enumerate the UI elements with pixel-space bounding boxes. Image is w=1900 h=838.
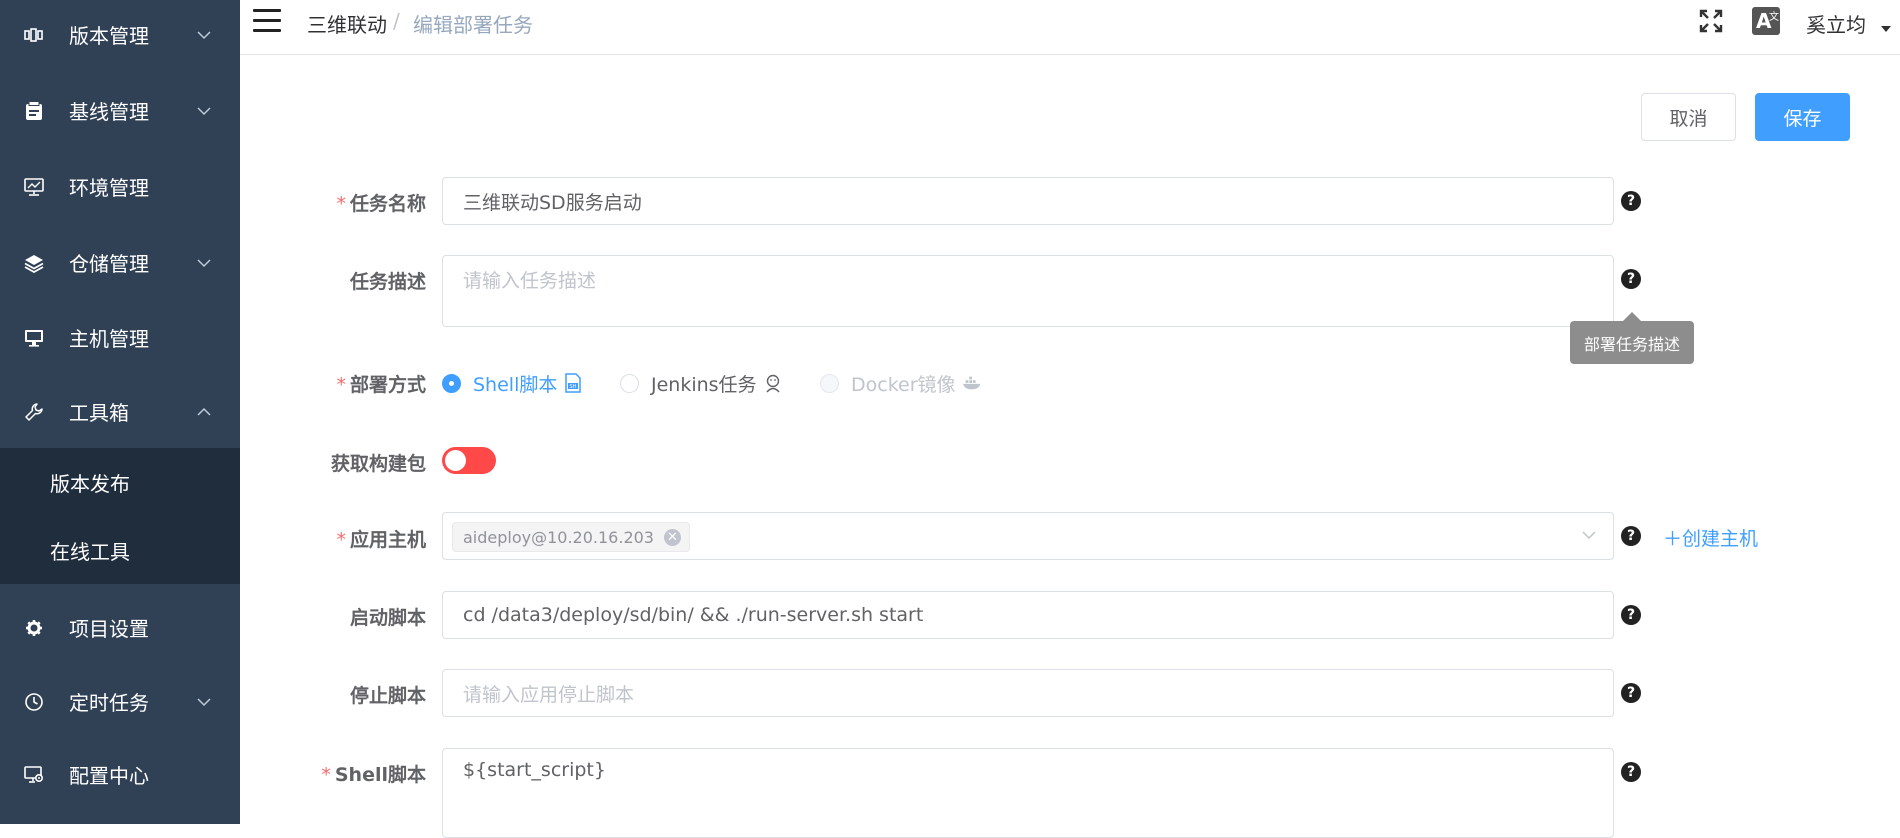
- clock-icon: [24, 692, 44, 712]
- user-name[interactable]: 奚立均: [1806, 9, 1866, 38]
- radio-label: Shell脚本: [473, 373, 558, 396]
- toolbox-submenu: 版本发布 在线工具: [0, 448, 240, 584]
- translate-icon[interactable]: A 文: [1752, 7, 1780, 35]
- shell-icon: SH: [563, 373, 583, 393]
- radio-dot: [820, 373, 839, 393]
- deploy-mode-label: * 部署方式: [336, 374, 426, 396]
- help-icon[interactable]: ?: [1621, 269, 1641, 289]
- close-icon[interactable]: ✕: [663, 528, 681, 546]
- submenu-item-online-tools[interactable]: 在线工具: [0, 516, 240, 584]
- sidebar-item-version[interactable]: 版本管理: [0, 0, 240, 72]
- breadcrumb-project[interactable]: 三维联动: [307, 9, 387, 38]
- stop-script-input[interactable]: 请输入应用停止脚本: [442, 669, 1614, 717]
- chevron-down-icon[interactable]: [1581, 530, 1597, 540]
- task-desc-textarea[interactable]: 请输入任务描述: [442, 255, 1614, 327]
- help-icon[interactable]: ?: [1621, 605, 1641, 625]
- fetch-package-label: 获取构建包: [330, 453, 426, 475]
- chevron-down-icon: [197, 697, 211, 706]
- shell-script-label: * Shell脚本: [321, 764, 426, 786]
- sidebar-item-project-settings[interactable]: 项目设置: [0, 590, 240, 665]
- task-name-label: * 任务名称: [336, 193, 426, 215]
- sidebar-item-label: 定时任务: [69, 691, 149, 715]
- fullscreen-icon[interactable]: [1698, 8, 1724, 34]
- config-icon: [24, 765, 44, 785]
- chevron-down-icon: [197, 258, 211, 267]
- sidebar: 版本管理 基线管理 环境管理 仓储管理 主机管理 工具箱 版本发布 在线工具 项…: [0, 0, 240, 824]
- start-script-input[interactable]: cd /data3/deploy/sd/bin/ && ./run-server…: [442, 591, 1614, 639]
- radio-docker[interactable]: Docker镜像: [820, 372, 982, 396]
- sidebar-item-environment[interactable]: 环境管理: [0, 149, 240, 224]
- breadcrumb-separator: /: [393, 9, 400, 33]
- start-script-label: 启动脚本: [349, 607, 426, 629]
- docker-icon: [962, 373, 982, 393]
- sidebar-item-label: 主机管理: [69, 327, 149, 351]
- create-host-link[interactable]: ＋创建主机: [1663, 524, 1758, 551]
- host-tag: aideploy@10.20.16.203 ✕: [452, 522, 690, 552]
- shell-script-textarea[interactable]: ${start_script}: [442, 748, 1614, 838]
- sidebar-item-config-center[interactable]: 配置中心: [0, 737, 240, 812]
- sidebar-item-label: 版本管理: [69, 24, 149, 48]
- desktop-icon: [24, 328, 44, 348]
- chevron-down-icon: [197, 30, 211, 39]
- sidebar-item-storage[interactable]: 仓储管理: [0, 225, 240, 300]
- chevron-down-icon: [197, 106, 211, 115]
- sidebar-item-toolbox[interactable]: 工具箱: [0, 374, 240, 449]
- sidebar-item-label: 基线管理: [69, 100, 149, 124]
- layers-icon: [24, 253, 44, 273]
- caret-down-icon[interactable]: [1881, 26, 1891, 32]
- svg-text:SH: SH: [570, 384, 577, 390]
- jenkins-icon: [763, 373, 783, 393]
- fetch-package-switch[interactable]: [442, 447, 496, 474]
- sidebar-item-scheduled-tasks[interactable]: 定时任务: [0, 664, 240, 739]
- submenu-item-release[interactable]: 版本发布: [0, 448, 240, 516]
- baseline-icon: [24, 100, 44, 121]
- radio-label: Jenkins任务: [651, 373, 757, 396]
- stop-script-label: 停止脚本: [349, 685, 426, 707]
- sidebar-item-label: 项目设置: [69, 617, 149, 641]
- host-label: * 应用主机: [336, 529, 426, 551]
- monitor-chart-icon: [24, 177, 44, 197]
- task-desc-label: 任务描述: [349, 271, 426, 293]
- radio-shell[interactable]: Shell脚本 SH: [442, 372, 583, 396]
- radio-dot: [620, 373, 639, 393]
- tooltip-arrow: [1623, 312, 1641, 321]
- sidebar-item-label: 工具箱: [69, 401, 129, 425]
- sidebar-item-label: 环境管理: [69, 176, 149, 200]
- sidebar-item-host[interactable]: 主机管理: [0, 300, 240, 375]
- radio-jenkins[interactable]: Jenkins任务: [620, 372, 783, 396]
- sidebar-item-label: 仓储管理: [69, 252, 149, 276]
- cancel-button[interactable]: 取消: [1641, 93, 1736, 141]
- radio-label: Docker镜像: [851, 373, 956, 396]
- wrench-icon: [24, 402, 44, 422]
- help-icon[interactable]: ?: [1621, 191, 1641, 211]
- host-tag-label: aideploy@10.20.16.203: [463, 527, 654, 547]
- sidebar-item-baseline[interactable]: 基线管理: [0, 73, 240, 148]
- gear-icon: [24, 618, 44, 638]
- sidebar-item-label: 配置中心: [69, 764, 149, 788]
- save-button[interactable]: 保存: [1755, 93, 1850, 141]
- task-desc-tooltip: 部署任务描述: [1570, 321, 1694, 364]
- help-icon[interactable]: ?: [1621, 762, 1641, 782]
- navbar: 三维联动 / 编辑部署任务 A 文 奚立均: [240, 0, 1900, 55]
- help-icon[interactable]: ?: [1621, 683, 1641, 703]
- task-name-input[interactable]: 三维联动SD服务启动: [442, 177, 1614, 225]
- radio-dot: [442, 373, 461, 393]
- chevron-up-icon: [197, 407, 211, 416]
- help-icon[interactable]: ?: [1621, 526, 1641, 546]
- hamburger-menu-icon[interactable]: [253, 9, 281, 33]
- switch-knob: [445, 450, 466, 471]
- breadcrumb-current: 编辑部署任务: [413, 13, 533, 37]
- version-icon: [24, 25, 44, 45]
